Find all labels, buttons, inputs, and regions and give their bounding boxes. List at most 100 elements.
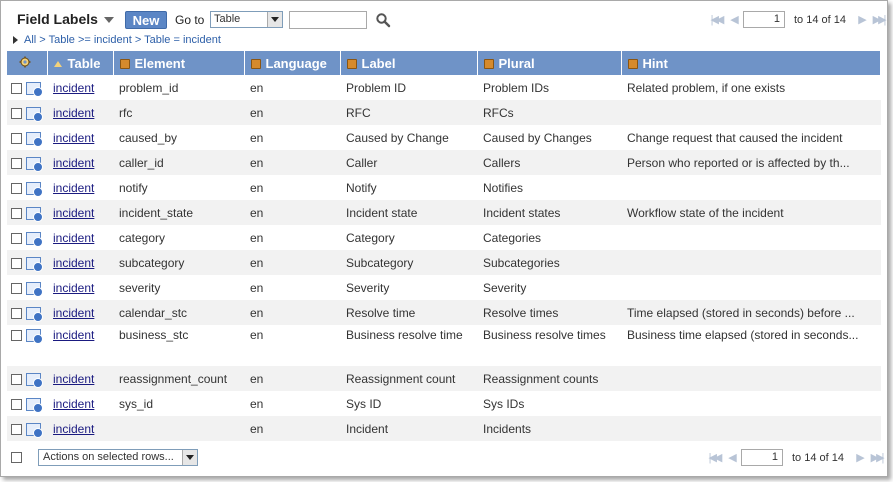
search-icon[interactable] [375, 12, 391, 28]
table-link[interactable]: incident [53, 306, 94, 320]
cell-plural: Reassignment counts [477, 366, 621, 391]
page-number-input[interactable]: 1 [741, 449, 783, 466]
cell-language: en [250, 130, 264, 145]
record-preview-icon[interactable] [26, 372, 43, 388]
record-preview-icon[interactable] [26, 231, 43, 247]
column-header-language[interactable]: Language [244, 51, 341, 75]
record-preview-icon[interactable] [26, 306, 43, 322]
page-range-text: to 14 of 14 [794, 13, 846, 26]
next-page-icon[interactable]: ▶ [852, 451, 866, 464]
cell-hint: Person who reported or is affected by th… [621, 150, 881, 175]
row-checkbox[interactable] [11, 182, 22, 194]
table-link[interactable]: incident [53, 81, 94, 95]
record-preview-icon[interactable] [26, 106, 43, 122]
table-link[interactable]: incident [53, 156, 94, 170]
row-checkbox[interactable] [11, 207, 22, 219]
column-header-plural[interactable]: Plural [477, 51, 622, 75]
row-checkbox[interactable] [11, 307, 22, 319]
cell-hint [621, 416, 881, 441]
record-preview-icon[interactable] [26, 206, 43, 222]
column-header-hint[interactable]: Hint [621, 51, 881, 75]
breadcrumb-filter-table-eq[interactable]: Table = incident [144, 34, 221, 46]
row-checkbox[interactable] [11, 157, 22, 169]
row-checkbox[interactable] [11, 82, 22, 94]
record-preview-icon[interactable] [26, 131, 43, 147]
row-select-cell [7, 416, 47, 441]
new-button[interactable]: New [125, 11, 167, 29]
table-link[interactable]: incident [53, 131, 94, 145]
dropdown-arrow-icon [182, 450, 197, 465]
cell-hint [621, 275, 881, 300]
gear-icon[interactable] [19, 56, 31, 68]
table-link[interactable]: incident [53, 256, 94, 270]
record-preview-icon[interactable] [26, 397, 43, 413]
record-preview-icon[interactable] [26, 156, 43, 172]
table-link[interactable]: incident [53, 106, 94, 120]
chevron-down-icon [103, 17, 114, 23]
last-page-icon[interactable]: ▶▶| [871, 13, 887, 26]
record-preview-icon[interactable] [26, 256, 43, 272]
field-icon [250, 58, 261, 69]
row-checkbox[interactable] [11, 232, 22, 244]
column-settings-header[interactable] [7, 51, 48, 75]
cell-element: reassignment_count [113, 366, 244, 391]
first-page-icon[interactable]: |◀◀ [707, 451, 723, 464]
breadcrumb-filter-table-gte[interactable]: Table >= incident [49, 34, 132, 46]
table-row: incident caller_id en Caller Callers Person w… [7, 150, 881, 175]
table-link[interactable]: incident [53, 372, 94, 386]
cell-plural: Subcategories [477, 250, 621, 275]
row-checkbox[interactable] [11, 423, 22, 435]
cell-table: incident [47, 75, 113, 100]
next-page-icon[interactable]: ▶ [854, 13, 868, 26]
column-header-label[interactable]: Label [340, 51, 478, 75]
search-input[interactable] [289, 11, 367, 29]
previous-page-icon[interactable]: ◀ [726, 13, 740, 26]
row-checkbox[interactable] [11, 373, 22, 385]
table-row: incident calendar_stc en Resolve time Resolv… [7, 300, 881, 325]
record-preview-icon[interactable] [26, 81, 43, 97]
table-link[interactable]: incident [53, 231, 94, 245]
table-link[interactable]: incident [53, 422, 94, 436]
column-header-element[interactable]: Element [113, 51, 245, 75]
breadcrumb: All > Table >= incident > Table = incide… [13, 34, 221, 46]
actions-select[interactable]: Actions on selected rows... [38, 449, 198, 466]
expand-filter-icon[interactable] [13, 36, 18, 44]
row-checkbox[interactable] [11, 398, 22, 410]
goto-field-select[interactable]: Table [210, 11, 283, 28]
row-checkbox[interactable] [11, 282, 22, 294]
list-title-menu[interactable]: Field Labels [7, 8, 120, 30]
cell-element: rfc [113, 100, 244, 125]
first-page-icon[interactable]: |◀◀ [709, 13, 725, 26]
record-preview-icon[interactable] [26, 181, 43, 197]
table-link[interactable]: incident [53, 206, 94, 220]
cell-language: en [244, 100, 340, 125]
row-checkbox[interactable] [11, 330, 22, 342]
cell-plural: Incident states [477, 200, 621, 225]
table-link[interactable]: incident [53, 281, 94, 295]
table-link[interactable]: incident [53, 181, 94, 195]
cell-language: en [250, 280, 264, 295]
select-all-checkbox[interactable] [11, 452, 22, 463]
row-checkbox[interactable] [11, 132, 22, 144]
cell-plural: Resolve times [477, 300, 621, 325]
record-preview-icon[interactable] [26, 422, 43, 438]
cell-language: en [250, 180, 264, 195]
cell-hint [621, 366, 881, 391]
page-number-input[interactable]: 1 [743, 11, 785, 28]
record-preview-icon[interactable] [26, 281, 43, 297]
previous-page-icon[interactable]: ◀ [724, 451, 738, 464]
cell-element: calendar_stc [113, 300, 244, 325]
column-header-table[interactable]: Table [47, 51, 114, 75]
dropdown-arrow-icon [267, 12, 282, 27]
table-link[interactable]: incident [53, 397, 94, 411]
last-page-icon[interactable]: ▶▶| [869, 451, 885, 464]
record-preview-icon[interactable] [26, 329, 43, 345]
cell-plural: Incidents [477, 416, 621, 441]
breadcrumb-all[interactable]: All [24, 34, 36, 46]
row-checkbox[interactable] [11, 257, 22, 269]
cell-plural: Problem IDs [483, 80, 550, 95]
cell-hint [621, 175, 881, 200]
cell-element: problem_id [119, 80, 179, 95]
row-checkbox[interactable] [11, 107, 22, 119]
table-link[interactable]: incident [53, 328, 94, 342]
